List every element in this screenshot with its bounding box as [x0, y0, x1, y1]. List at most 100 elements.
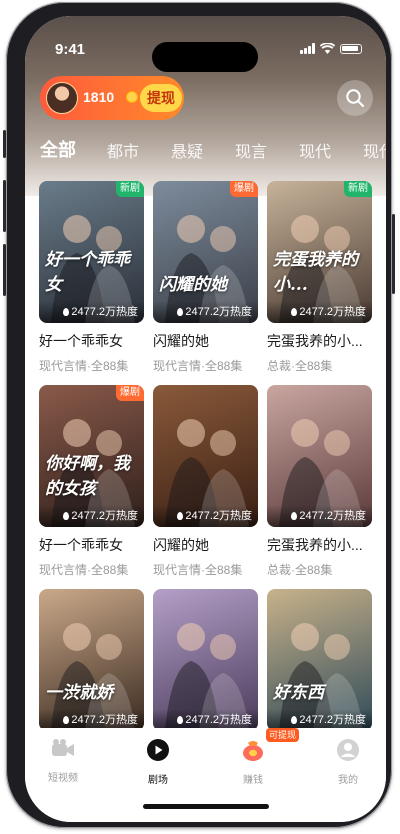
- flame-icon: [63, 716, 70, 724]
- drama-card[interactable]: 完蛋我养的小... 新剧 2477.2万热度 完蛋我养的小... 总裁·全88集: [267, 181, 372, 374]
- tab-urban[interactable]: 都市: [107, 138, 139, 162]
- drama-card[interactable]: 2477.2万热度完蛋我养的小... 总裁·全88集: [267, 385, 372, 578]
- coin-count: 1810: [83, 89, 115, 105]
- status-bar: 9:41: [25, 16, 386, 72]
- flame-icon: [291, 512, 298, 520]
- poster-title-art: 好一个乖乖女: [45, 250, 130, 295]
- heat-count: 2477.2万热度: [185, 714, 252, 726]
- money-bag-icon: [243, 741, 263, 761]
- wifi-icon: [320, 43, 335, 54]
- drama-poster[interactable]: 2477.2万热度: [267, 385, 372, 527]
- withdraw-available-tag: 可提现: [266, 728, 300, 742]
- drama-title[interactable]: 闪耀的她: [153, 535, 258, 555]
- home-indicator[interactable]: [143, 804, 269, 809]
- drama-poster[interactable]: 完蛋我养的小... 新剧 2477.2万热度: [267, 181, 372, 323]
- drama-title[interactable]: 完蛋我养的小...: [267, 535, 372, 555]
- profile-icon: [337, 739, 359, 761]
- cellular-signal-icon: [300, 43, 315, 54]
- tab-all[interactable]: 全部: [40, 136, 76, 162]
- drama-badge: 新剧: [116, 181, 144, 197]
- power-button: [392, 214, 395, 294]
- volume-down-button: [3, 244, 6, 296]
- drama-card[interactable]: 2477.2万热度: [153, 589, 258, 731]
- drama-badge: 爆剧: [230, 181, 258, 197]
- drama-title[interactable]: 完蛋我养的小...: [267, 331, 372, 351]
- drama-title[interactable]: 好一个乖乖女: [39, 331, 144, 351]
- drama-meta: 现代言情·全88集: [39, 563, 129, 577]
- short-video-icon: [52, 739, 74, 756]
- tab-bar-mine[interactable]: 我的: [318, 738, 378, 786]
- drama-title[interactable]: 闪耀的她: [153, 331, 258, 351]
- heat-indicator: 2477.2万热度: [39, 301, 144, 323]
- heat-indicator: 2477.2万热度: [153, 301, 258, 323]
- tab-bar-short-video[interactable]: 短视频: [33, 738, 93, 784]
- heat-indicator: 2477.2万热度: [39, 505, 144, 527]
- drama-poster[interactable]: 2477.2万热度: [153, 385, 258, 527]
- tab-bar-label-mine: 我的: [338, 775, 358, 786]
- drama-card[interactable]: 你好啊，我的女孩 爆剧 2477.2万热度 好一个乖乖女现代言情·全88集: [39, 385, 144, 578]
- search-button[interactable]: [337, 80, 373, 116]
- flame-icon: [177, 308, 184, 316]
- withdraw-button[interactable]: 提现: [140, 84, 182, 112]
- tab-modern-2[interactable]: 现代: [363, 138, 386, 162]
- drama-card[interactable]: 闪耀的她 爆剧 2477.2万热度 闪耀的她 现代言情·全88集: [153, 181, 258, 374]
- drama-title[interactable]: 好一个乖乖女: [39, 535, 144, 555]
- coin-icon: [126, 91, 138, 103]
- poster-title-art: 闪耀的她: [159, 275, 227, 295]
- poster-title-art: 完蛋我养的小...: [273, 250, 358, 295]
- heat-count: 2477.2万热度: [299, 510, 366, 522]
- drama-card[interactable]: 2477.2万热度闪耀的她现代言情·全88集: [153, 385, 258, 578]
- flame-icon: [291, 308, 298, 316]
- heat-count: 2477.2万热度: [299, 714, 366, 726]
- drama-poster[interactable]: 好一个乖乖女 新剧 2477.2万热度: [39, 181, 144, 323]
- drama-meta: 总裁·全88集: [267, 359, 333, 373]
- poster-title-art: 好东西: [273, 683, 324, 703]
- heat-indicator: 2477.2万热度: [267, 505, 372, 527]
- silent-switch: [3, 130, 6, 158]
- flame-icon: [63, 308, 70, 316]
- flame-icon: [63, 512, 70, 520]
- drama-card[interactable]: 一渋就娇 2477.2万热度: [39, 589, 144, 731]
- drama-meta: 现代言情·全88集: [153, 359, 243, 373]
- drama-badge: 爆剧: [116, 385, 144, 401]
- volume-up-button: [3, 180, 6, 232]
- status-icons: [300, 43, 362, 54]
- drama-poster[interactable]: 2477.2万热度: [153, 589, 258, 731]
- search-icon: [346, 89, 365, 108]
- heat-indicator: 2477.2万热度: [267, 301, 372, 323]
- drama-poster[interactable]: 好东西 2477.2万热度: [267, 589, 372, 731]
- drama-poster[interactable]: 你好啊，我的女孩 爆剧 2477.2万热度: [39, 385, 144, 527]
- tab-bar-label-theater: 剧场: [148, 775, 168, 786]
- coin-balance-pill[interactable]: 1810 提现: [40, 76, 184, 120]
- tab-suspense[interactable]: 悬疑: [171, 138, 203, 162]
- tab-bar-label-short-video: 短视频: [48, 773, 78, 784]
- app-screen: 9:41 1810 提现 全部 都市 悬疑 现言 现代 现 好一个乖乖女 新剧 …: [25, 16, 386, 822]
- heat-indicator: 2477.2万热度: [153, 505, 258, 527]
- drama-poster[interactable]: 闪耀的她 爆剧 2477.2万热度: [153, 181, 258, 323]
- theater-play-icon: [147, 739, 169, 761]
- drama-card[interactable]: 好东西 2477.2万热度: [267, 589, 372, 731]
- category-tabs: 全部 都市 悬疑 现言 现代 现代: [25, 138, 386, 164]
- phone-frame: 9:41 1810 提现 全部 都市 悬疑 现言 现代 现 好一个乖乖女 新剧 …: [3, 2, 395, 828]
- tab-modern[interactable]: 现代: [299, 138, 331, 162]
- flame-icon: [177, 716, 184, 724]
- heat-count: 2477.2万热度: [299, 306, 366, 318]
- flame-icon: [177, 512, 184, 520]
- flame-icon: [291, 716, 298, 724]
- drama-meta: 现代言情·全88集: [153, 563, 243, 577]
- poster-title-art: 一渋就娇: [45, 683, 113, 703]
- drama-card[interactable]: 好一个乖乖女 新剧 2477.2万热度 好一个乖乖女 现代言情·全88集: [39, 181, 144, 374]
- heat-count: 2477.2万热度: [71, 714, 138, 726]
- battery-icon: [340, 43, 362, 54]
- heat-count: 2477.2万热度: [185, 510, 252, 522]
- tab-bar-label-earn: 赚钱: [243, 775, 263, 786]
- tab-modern-romance[interactable]: 现言: [235, 138, 267, 162]
- avatar[interactable]: [46, 82, 78, 114]
- poster-title-art: 你好啊，我的女孩: [45, 454, 130, 499]
- dynamic-island: [152, 42, 258, 72]
- heat-count: 2477.2万热度: [185, 306, 252, 318]
- tab-bar-earn[interactable]: 赚钱: [223, 738, 283, 786]
- tab-bar-theater[interactable]: 剧场: [128, 738, 188, 786]
- drama-meta: 总裁·全88集: [267, 563, 333, 577]
- drama-poster[interactable]: 一渋就娇 2477.2万热度: [39, 589, 144, 731]
